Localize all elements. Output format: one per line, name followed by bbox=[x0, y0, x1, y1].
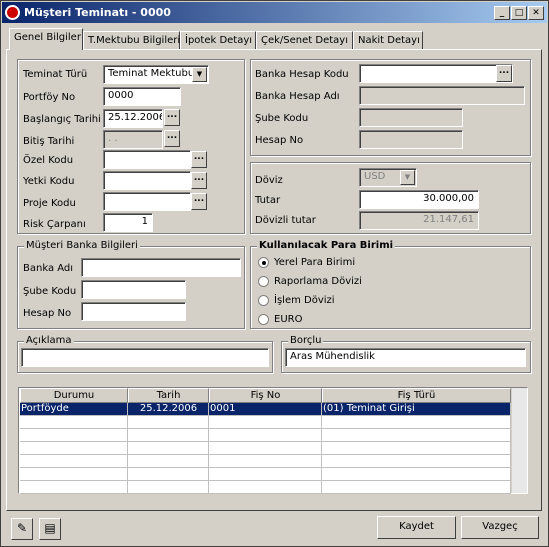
radio-islem-dovizi[interactable] bbox=[258, 295, 269, 306]
tutar-input[interactable]: 30.000,00 bbox=[359, 190, 479, 209]
tab-t-mektubu-bilgileri[interactable]: T.Mektubu Bilgileri bbox=[83, 31, 180, 50]
column-header-fis-no[interactable]: Fiş No bbox=[209, 388, 322, 403]
musteri-sube-kodu-label: Şube Kodu bbox=[23, 286, 77, 297]
ozel-kodu-ellipsis-button[interactable]: ... bbox=[191, 151, 207, 168]
musteri-hesap-no-input[interactable] bbox=[81, 302, 186, 321]
para-birimi-title: Kullanılacak Para Birimi bbox=[257, 240, 396, 251]
teminat-turu-label: Teminat Türü bbox=[23, 69, 88, 80]
banka-hesap-adi-input bbox=[359, 86, 525, 105]
banka-hesap-kodu-label: Banka Hesap Kodu bbox=[255, 69, 349, 80]
save-button[interactable]: Kaydet bbox=[377, 516, 456, 539]
portfoy-no-input[interactable]: 0000 bbox=[103, 87, 181, 106]
bitis-tarihi-input[interactable]: . . bbox=[103, 130, 163, 149]
cell-fis-no: 0001 bbox=[209, 403, 322, 416]
chevron-down-icon[interactable]: ▼ bbox=[400, 170, 415, 185]
yetki-kodu-ellipsis-button[interactable]: ... bbox=[191, 172, 207, 189]
minimize-button[interactable]: _ bbox=[494, 6, 510, 20]
radio-label-raporlama[interactable]: Raporlama Dövizi bbox=[274, 276, 362, 287]
table-row[interactable] bbox=[20, 455, 511, 468]
proje-kodu-input[interactable] bbox=[103, 192, 191, 211]
tutar-label: Tutar bbox=[255, 195, 281, 206]
hesap-no-label: Hesap No bbox=[255, 135, 304, 146]
borclu-input[interactable]: Aras Mühendislik bbox=[285, 348, 526, 367]
musteri-hesap-no-label: Hesap No bbox=[23, 308, 72, 319]
transactions-grid[interactable]: Durumu Tarih Fiş No Fiş Türü Portföyde 2… bbox=[18, 387, 528, 494]
doviz-value: USD bbox=[364, 171, 386, 182]
ozel-kodu-label: Özel Kodu bbox=[23, 155, 74, 166]
portfoy-no-label: Portföy No bbox=[23, 92, 76, 103]
clipboard-icon[interactable]: ▤ bbox=[39, 518, 61, 540]
ozel-kodu-input[interactable] bbox=[103, 150, 191, 169]
maximize-button[interactable]: □ bbox=[511, 6, 527, 20]
cell-durumu: Portföyde bbox=[20, 403, 128, 416]
edit-note-icon[interactable]: ✎ bbox=[11, 518, 33, 540]
radio-yerel-para-birimi[interactable] bbox=[258, 257, 269, 268]
banka-hesap-kodu-input[interactable] bbox=[359, 64, 513, 83]
banka-adi-label: Banka Adı bbox=[23, 263, 74, 274]
yetki-kodu-input[interactable] bbox=[103, 171, 191, 190]
hesap-no-input bbox=[359, 130, 463, 149]
banka-adi-input[interactable] bbox=[81, 258, 241, 277]
radio-euro[interactable] bbox=[258, 314, 269, 325]
table-row[interactable] bbox=[20, 468, 511, 481]
musteri-sube-kodu-input[interactable] bbox=[81, 280, 186, 299]
tab-nakit-detayi[interactable]: Nakit Detayı bbox=[353, 31, 423, 50]
doviz-label: Döviz bbox=[255, 175, 283, 186]
radio-raporlama-dovizi[interactable] bbox=[258, 276, 269, 287]
sube-kodu-input bbox=[359, 108, 463, 127]
musteri-banka-title: Müşteri Banka Bilgileri bbox=[24, 240, 140, 251]
main-window: Müşteri Teminatı - 0000 _ □ ✕ Genel Bilg… bbox=[0, 0, 549, 547]
aciklama-input[interactable] bbox=[21, 348, 269, 367]
baslangic-ellipsis-button[interactable]: ... bbox=[164, 109, 180, 126]
table-row[interactable] bbox=[20, 442, 511, 455]
risk-carpani-label: Risk Çarpanı bbox=[23, 219, 86, 230]
column-header-tarih[interactable]: Tarih bbox=[128, 388, 209, 403]
table-row[interactable] bbox=[20, 416, 511, 429]
radio-label-yerel[interactable]: Yerel Para Birimi bbox=[274, 257, 355, 268]
dovizli-tutar-label: Dövizli tutar bbox=[255, 215, 316, 226]
table-row[interactable] bbox=[20, 429, 511, 442]
sube-kodu-label: Şube Kodu bbox=[255, 113, 309, 124]
column-header-fis-turu[interactable]: Fiş Türü bbox=[322, 388, 511, 403]
aciklama-title: Açıklama bbox=[24, 335, 74, 346]
window-title: Müşteri Teminatı - 0000 bbox=[24, 6, 171, 19]
cell-fis-turu: (01) Teminat Girişi bbox=[322, 403, 511, 416]
yetki-kodu-label: Yetki Kodu bbox=[23, 176, 75, 187]
tab-cek-senet-detayi[interactable]: Çek/Senet Detayı bbox=[256, 31, 353, 50]
baslangic-tarihi-input[interactable]: 25.12.2006 bbox=[103, 109, 163, 128]
column-header-durumu[interactable]: Durumu bbox=[20, 388, 128, 403]
title-bar: Müşteri Teminatı - 0000 _ □ ✕ bbox=[2, 2, 547, 23]
cancel-button[interactable]: Vazgeç bbox=[461, 516, 539, 539]
bitis-ellipsis-button[interactable]: ... bbox=[164, 130, 180, 147]
bitis-tarihi-label: Bitiş Tarihi bbox=[23, 136, 75, 147]
grid-scrollbar[interactable] bbox=[511, 388, 527, 493]
cell-tarih: 25.12.2006 bbox=[128, 403, 209, 416]
close-button[interactable]: ✕ bbox=[528, 6, 544, 20]
doviz-select[interactable]: USD ▼ bbox=[359, 168, 417, 187]
teminat-turu-select[interactable]: Teminat Mektubu ▼ bbox=[103, 65, 209, 84]
table-row[interactable]: Portföyde 25.12.2006 0001 (01) Teminat G… bbox=[20, 403, 511, 416]
borclu-title: Borçlu bbox=[288, 335, 324, 346]
radio-label-euro[interactable]: EURO bbox=[274, 314, 302, 325]
table-row[interactable] bbox=[20, 481, 511, 494]
banka-hesap-adi-label: Banka Hesap Adı bbox=[255, 91, 340, 102]
chevron-down-icon[interactable]: ▼ bbox=[192, 67, 207, 82]
tab-genel-bilgiler[interactable]: Genel Bilgiler bbox=[9, 28, 83, 50]
tab-ipotek-detayi[interactable]: İpotek Detayı bbox=[180, 31, 256, 50]
banka-hesap-kodu-ellipsis-button[interactable]: ... bbox=[496, 65, 512, 82]
app-logo-icon bbox=[5, 5, 20, 20]
baslangic-tarihi-label: Başlangıç Tarihi bbox=[23, 114, 101, 125]
teminat-turu-value: Teminat Mektubu bbox=[108, 68, 195, 79]
proje-kodu-ellipsis-button[interactable]: ... bbox=[191, 193, 207, 210]
radio-label-islem[interactable]: İşlem Dövizi bbox=[274, 295, 335, 306]
dovizli-tutar-input: 21.147,61 bbox=[359, 211, 479, 230]
risk-carpani-input[interactable]: 1 bbox=[103, 213, 153, 232]
proje-kodu-label: Proje Kodu bbox=[23, 198, 76, 209]
